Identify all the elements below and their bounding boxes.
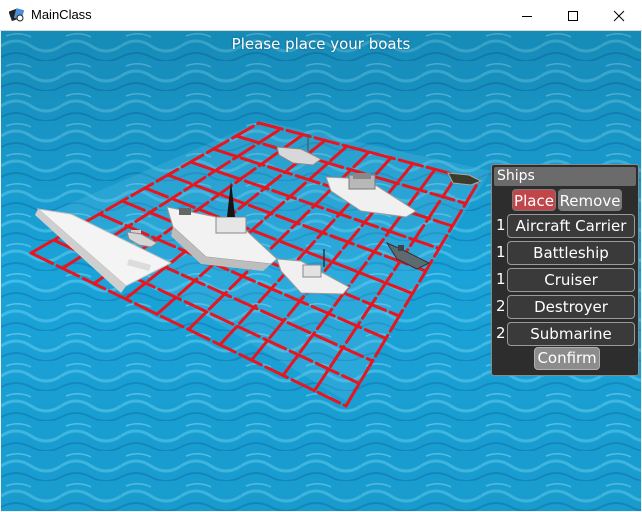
game-viewport[interactable]: Please place your boats Ships Place Remo… [1, 31, 641, 511]
title-bar: MainClass [0, 0, 642, 31]
close-button[interactable] [596, 0, 642, 31]
destroyer-button[interactable]: Destroyer [507, 295, 635, 319]
placement-instruction: Please place your boats [231, 35, 411, 53]
battleship-button[interactable]: Battleship [507, 241, 635, 265]
ship-row-cruiser: 1 Cruiser [492, 268, 640, 292]
minimize-button[interactable] [504, 0, 550, 31]
submarine-button[interactable]: Submarine [507, 322, 635, 346]
ship-count: 1 [496, 243, 506, 261]
ship-count: 2 [496, 324, 506, 342]
window-title: MainClass [31, 7, 92, 22]
ship-row-destroyer: 2 Destroyer [492, 295, 640, 319]
ship-count: 1 [496, 216, 506, 234]
place-button[interactable]: Place [512, 189, 556, 211]
ships-panel-title: Ships [494, 167, 636, 186]
java-app-icon [9, 8, 25, 22]
ship-row-battleship: 1 Battleship [492, 241, 640, 265]
ship-count: 2 [496, 297, 506, 315]
ship-count: 1 [496, 270, 506, 288]
maximize-button[interactable] [550, 0, 596, 31]
ships-panel: Ships Place Remove 1 Aircraft Carrier 1 … [491, 164, 639, 376]
cruiser-button[interactable]: Cruiser [507, 268, 635, 292]
confirm-button[interactable]: Confirm [534, 347, 600, 370]
aircraft-carrier-button[interactable]: Aircraft Carrier [507, 214, 635, 238]
ship-row-aircraft-carrier: 1 Aircraft Carrier [492, 214, 640, 238]
remove-button[interactable]: Remove [558, 189, 622, 211]
maximize-icon [568, 10, 578, 21]
ship-row-submarine: 2 Submarine [492, 322, 640, 346]
minimize-icon [522, 15, 532, 17]
close-icon [613, 10, 625, 21]
